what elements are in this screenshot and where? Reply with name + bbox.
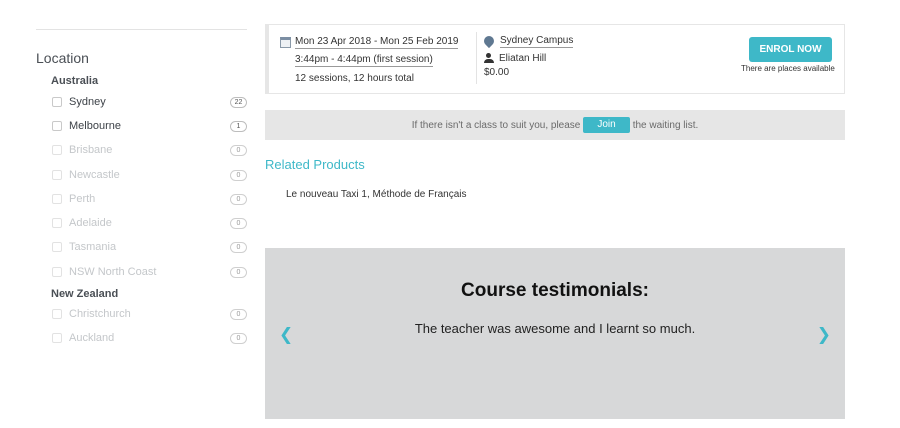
session-price: $0.00 [484, 66, 510, 78]
location-filter-christchurch: Christchurch 0 [52, 306, 247, 322]
count-badge: 0 [230, 332, 247, 344]
session-date-row: Mon 23 Apr 2018 - Mon 25 Feb 2019 [280, 36, 459, 49]
location-label: Sydney [69, 96, 106, 108]
session-dates-link[interactable]: Mon 23 Apr 2018 - Mon 25 Feb 2019 [295, 36, 459, 49]
location-label: Tasmania [69, 241, 117, 253]
location-label: Auckland [69, 332, 115, 344]
waiting-list-prefix: If there isn't a class to suit you, plea… [411, 119, 581, 131]
sidebar-title: Location [36, 50, 89, 66]
location-filter-tasmania: Tasmania 0 [52, 239, 247, 255]
testimonial-quote: The teacher was awesome and I learnt so … [414, 321, 696, 336]
group-label-australia: Australia [51, 75, 99, 87]
session-divider [476, 32, 477, 84]
count-badge: 0 [230, 217, 247, 229]
checkbox [52, 242, 62, 252]
count-badge: 22 [230, 96, 247, 108]
person-icon [484, 53, 494, 63]
count-badge: 0 [230, 193, 247, 205]
waiting-list-suffix: the waiting list. [632, 119, 699, 131]
testimonials-title: Course testimonials: [461, 280, 649, 301]
session-card: Mon 23 Apr 2018 - Mon 25 Feb 2019 3:44pm… [265, 24, 845, 94]
campus-link[interactable]: Sydney Campus [500, 35, 574, 48]
count-badge: 0 [230, 308, 247, 320]
checkbox [52, 145, 62, 155]
session-time-link[interactable]: 3:44pm - 4:44pm (first session) [295, 54, 433, 67]
enrol-now-button[interactable]: ENROL NOW [749, 37, 832, 62]
location-label: Perth [69, 193, 96, 205]
location-label: Newcastle [69, 169, 120, 181]
sidebar-divider [36, 29, 247, 30]
location-label: Adelaide [69, 217, 112, 229]
related-products-title: Related Products [265, 157, 365, 172]
group-label-new-zealand: New Zealand [51, 288, 119, 300]
checkbox [52, 218, 62, 228]
availability-text: There are places available [741, 64, 835, 73]
location-filter-sydney[interactable]: Sydney 22 [52, 94, 247, 110]
count-badge: 1 [230, 120, 247, 132]
join-waiting-list-button[interactable]: Join [583, 117, 630, 133]
session-details: Sydney Campus Eliatan Hill $0.00 [481, 33, 574, 79]
location-filter-adelaide: Adelaide 0 [52, 215, 247, 231]
location-filter-perth: Perth 0 [52, 191, 247, 207]
location-label: Melbourne [69, 120, 121, 132]
checkbox[interactable] [52, 121, 62, 131]
count-badge: 0 [230, 144, 247, 156]
map-pin-icon [481, 33, 497, 49]
location-label: NSW North Coast [69, 266, 157, 278]
teacher-row: Eliatan Hill [484, 51, 573, 65]
session-total: 12 sessions, 12 hours total [295, 73, 414, 84]
campus-row: Sydney Campus [481, 33, 574, 49]
location-filter-newcastle: Newcastle 0 [52, 167, 247, 183]
location-label: Brisbane [69, 144, 113, 156]
chevron-right-icon[interactable]: ❯ [817, 326, 831, 343]
location-filter-auckland: Auckland 0 [52, 330, 247, 346]
checkbox [52, 333, 62, 343]
checkbox [52, 194, 62, 204]
location-filter-nsw-north-coast: NSW North Coast 0 [52, 264, 247, 280]
testimonials-carousel: ❮ Course testimonials: The teacher was a… [265, 248, 845, 419]
waiting-list-bar: If there isn't a class to suit you, plea… [265, 110, 845, 140]
location-label: Christchurch [69, 308, 131, 320]
checkbox [52, 267, 62, 277]
count-badge: 0 [230, 169, 247, 181]
location-filter-brisbane: Brisbane 0 [52, 142, 247, 158]
price-row: $0.00 [484, 65, 573, 79]
checkbox [52, 170, 62, 180]
related-product-item[interactable]: Le nouveau Taxi 1, Méthode de Français [286, 189, 467, 200]
location-filter-melbourne[interactable]: Melbourne 1 [52, 118, 247, 134]
count-badge: 0 [230, 266, 247, 278]
teacher-name: Eliatan Hill [499, 52, 547, 64]
session-schedule: Mon 23 Apr 2018 - Mon 25 Feb 2019 3:44pm… [280, 36, 459, 84]
checkbox [52, 309, 62, 319]
checkbox[interactable] [52, 97, 62, 107]
count-badge: 0 [230, 241, 247, 253]
calendar-icon [280, 37, 291, 48]
